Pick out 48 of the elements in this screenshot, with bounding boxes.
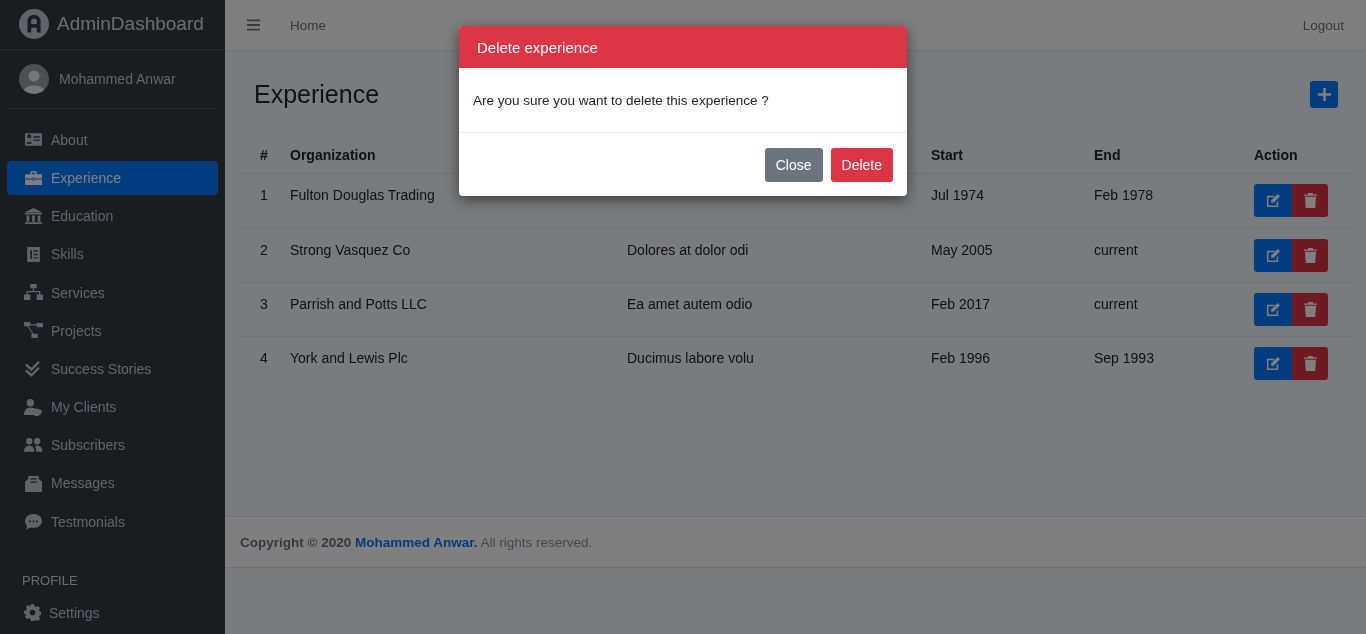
table-cell: 2 [260, 242, 268, 258]
column-header: Start [931, 147, 963, 163]
brand-title[interactable]: AdminDashboard [57, 13, 204, 36]
sidebar-item[interactable]: Success Stories [7, 351, 218, 386]
user-name[interactable]: Mohammed Anwar [59, 70, 176, 87]
sidebar-item[interactable]: Projects [7, 313, 218, 348]
table-cell: Parrish and Potts LLC [290, 296, 427, 312]
modal-message: Are you sure you want to delete this experience ? [473, 92, 769, 108]
sidebar-item[interactable]: Education [7, 199, 218, 234]
home-link[interactable]: Home [290, 17, 326, 33]
sidebar-item[interactable]: Experience [7, 160, 218, 195]
sidebar-item[interactable]: About [7, 122, 218, 157]
section-header: PROFILE [21, 571, 79, 590]
table-cell: Ducimus labore volu [627, 350, 754, 366]
column-header: Organization [290, 147, 376, 163]
table-cell: Feb 2017 [931, 296, 991, 312]
column-header: # [260, 147, 268, 163]
sidebar-item[interactable]: Settings [7, 595, 218, 630]
table-cell: 4 [260, 350, 268, 366]
table-cell: 3 [260, 296, 268, 312]
table-cell: York and Lewis Plc [290, 350, 408, 366]
close-button[interactable]: Close [764, 147, 823, 182]
footer-text: Copyright © 2020 Mohammed Anwar. All rights reserved. [240, 534, 593, 550]
sidebar-item[interactable]: Messages [7, 466, 218, 501]
table-cell: current [1094, 242, 1138, 258]
table-cell: Feb 1996 [931, 350, 991, 366]
author-link[interactable]: Mohammed Anwar. [355, 534, 478, 550]
table-cell: 1 [260, 187, 268, 203]
table-cell: Sep 1993 [1094, 350, 1154, 366]
table-cell: Strong Vasquez Co [290, 242, 411, 258]
column-header: Action [1254, 147, 1298, 163]
table-cell: current [1094, 296, 1138, 312]
page-title: Experience [254, 79, 380, 109]
sidebar-item[interactable]: Testmonials [7, 504, 218, 539]
table-cell: Ea amet autem odio [627, 296, 753, 312]
table-cell: Feb 1978 [1094, 187, 1154, 203]
delete-button[interactable]: Delete [830, 147, 893, 182]
sidebar-item[interactable]: Services [7, 275, 218, 310]
sidebar-item[interactable]: My Clients [7, 390, 218, 425]
modal-title: Delete experience [477, 38, 598, 56]
table-cell: Dolores at dolor odi [627, 242, 749, 258]
sidebar-item[interactable]: Skills [7, 237, 218, 272]
table-cell: May 2005 [931, 242, 993, 258]
table-cell: Fulton Douglas Trading [290, 187, 435, 203]
logout-link[interactable]: Logout [1302, 17, 1344, 33]
column-header: End [1094, 147, 1121, 163]
sidebar-item[interactable]: Subscribers [7, 428, 218, 463]
table-cell: Jul 1974 [931, 187, 984, 203]
